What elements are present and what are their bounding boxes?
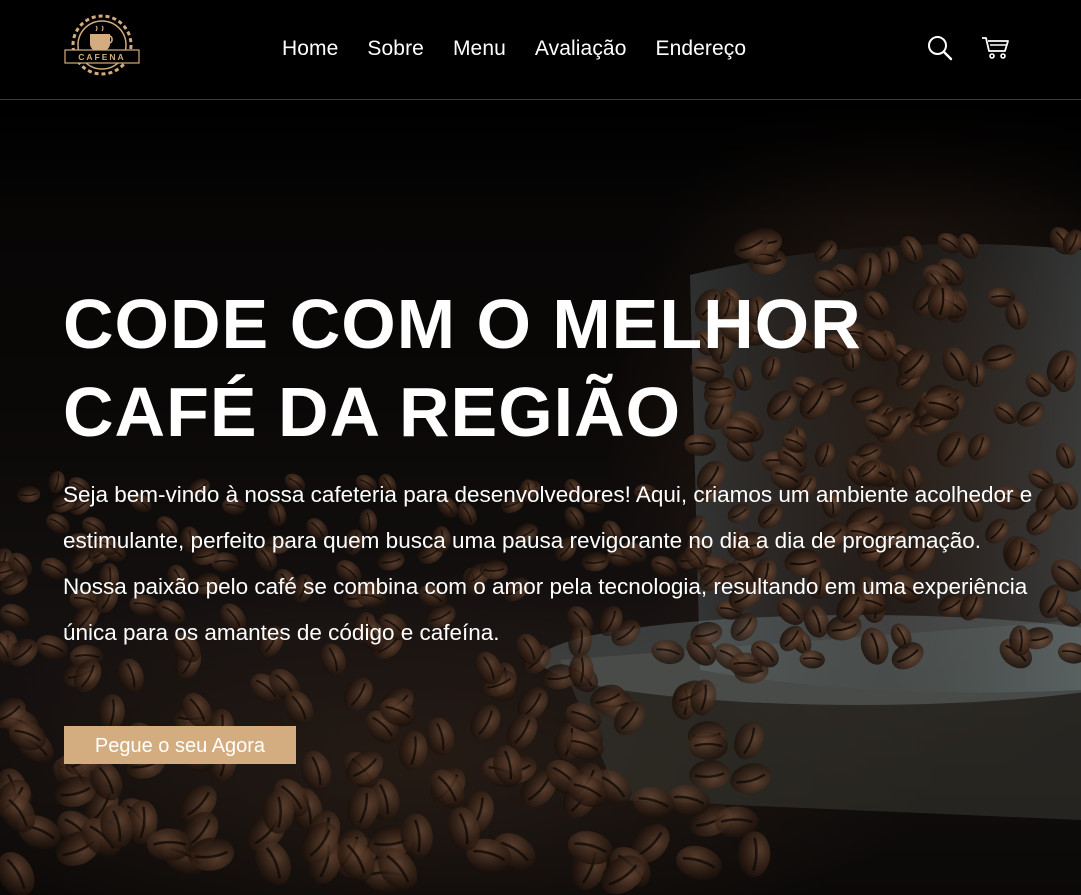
search-icon xyxy=(928,36,953,61)
hero-title-line-1: CODE COM O MELHOR xyxy=(63,285,862,363)
cafena-logo[interactable]: CAFENA xyxy=(63,14,141,80)
coffee-bean xyxy=(426,717,455,756)
coffee-bean xyxy=(567,830,613,865)
coffee-bean xyxy=(343,677,373,711)
hero-title: CODE COM O MELHOR CAFÉ DA REGIÃO xyxy=(63,280,963,456)
site-header: CAFENA Home Sobre Menu Avaliação Endereç… xyxy=(0,0,1081,100)
nav-item-sobre[interactable]: Sobre xyxy=(367,36,424,62)
nav-item-menu[interactable]: Menu xyxy=(453,36,506,62)
coffee-bean xyxy=(118,658,144,693)
coffee-bean xyxy=(16,485,41,503)
nav-item-endereco[interactable]: Endereço xyxy=(655,36,746,62)
coffee-bean xyxy=(470,704,501,741)
search-button[interactable] xyxy=(925,33,955,63)
logo-text: CAFENA xyxy=(78,52,125,62)
coffee-bean xyxy=(398,730,428,771)
hero-title-line-2: CAFÉ DA REGIÃO xyxy=(63,373,682,451)
cart-button[interactable] xyxy=(981,33,1011,63)
cart-icon xyxy=(982,37,1009,59)
landing-page: CAFENA Home Sobre Menu Avaliação Endereç… xyxy=(0,0,1081,895)
get-it-now-button[interactable]: Pegue o seu Agora xyxy=(64,726,296,764)
nav-item-avaliacao[interactable]: Avaliação xyxy=(535,36,627,62)
coffee-bean xyxy=(0,852,35,895)
nav-item-home[interactable]: Home xyxy=(282,36,338,62)
main-nav: Home Sobre Menu Avaliação Endereço xyxy=(282,36,746,62)
hero-description: Seja bem-vindo à nossa cafeteria para de… xyxy=(63,482,1033,645)
coffee-bean xyxy=(676,845,722,881)
